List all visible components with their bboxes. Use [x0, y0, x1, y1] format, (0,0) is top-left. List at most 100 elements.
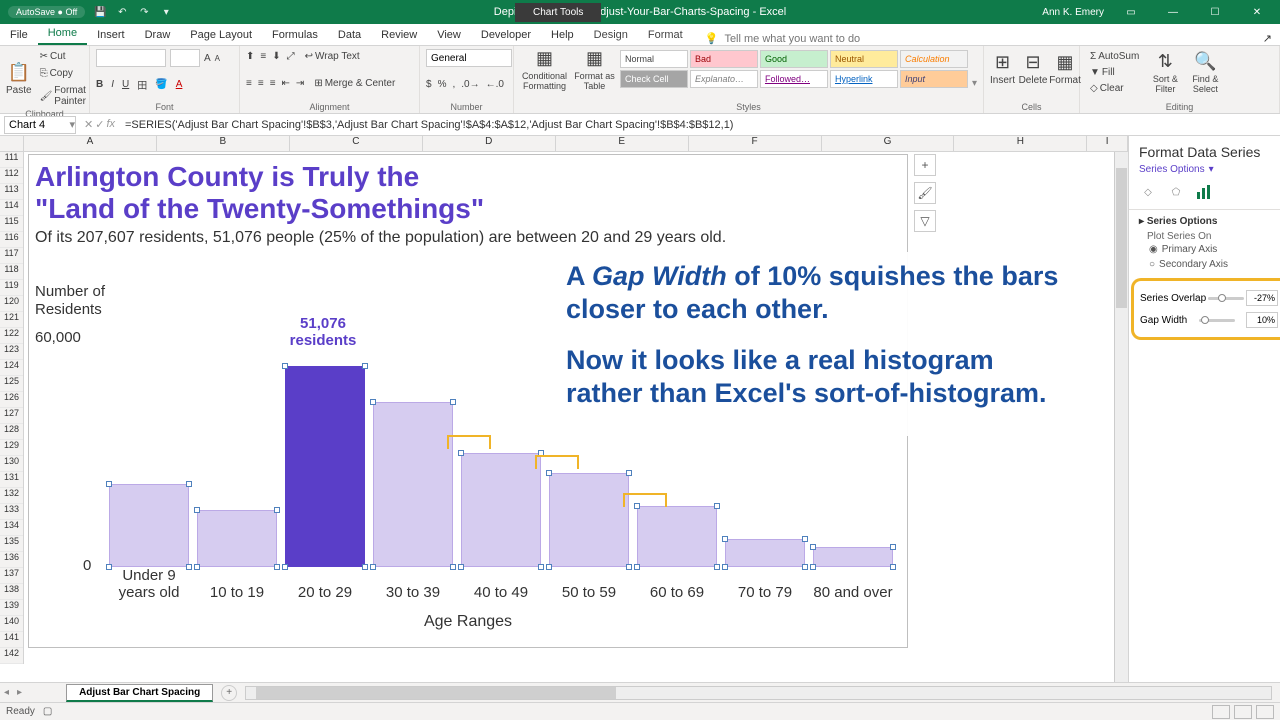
style-bad[interactable]: Bad — [690, 50, 758, 68]
row-header[interactable]: 116 — [0, 232, 23, 248]
dec-decimal-icon[interactable]: ←.0 — [486, 79, 504, 90]
pane-subtitle[interactable]: Series Options ▾ — [1129, 164, 1280, 181]
font-size-select[interactable] — [170, 49, 200, 67]
row-header[interactable]: 124 — [0, 360, 23, 376]
qat-more-icon[interactable]: ▾ — [159, 5, 173, 19]
row-header[interactable]: 130 — [0, 456, 23, 472]
chart-bar[interactable] — [197, 510, 277, 567]
row-header[interactable]: 111 — [0, 152, 23, 168]
style-hyperlink[interactable]: Hyperlink — [830, 70, 898, 88]
comma-icon[interactable]: , — [452, 79, 455, 90]
user-name[interactable]: Ann K. Emery — [1042, 7, 1104, 18]
horizontal-scrollbar[interactable] — [245, 686, 1272, 700]
fill-color-button[interactable]: 🪣 — [155, 79, 167, 90]
tab-view[interactable]: View — [427, 25, 471, 45]
sheet-nav-prev[interactable]: ▸ — [13, 687, 26, 698]
row-header[interactable]: 115 — [0, 216, 23, 232]
save-icon[interactable]: 💾 — [93, 5, 107, 19]
close-button[interactable]: ✕ — [1242, 7, 1272, 18]
share-button[interactable]: ↗ — [1263, 32, 1272, 45]
tab-formulas[interactable]: Formulas — [262, 25, 328, 45]
formula-bar-input[interactable]: =SERIES('Adjust Bar Chart Spacing'!$B$3,… — [119, 119, 1280, 131]
series-overlap-input[interactable] — [1246, 290, 1278, 306]
tab-developer[interactable]: Developer — [471, 25, 541, 45]
vertical-scrollbar[interactable] — [1114, 152, 1128, 682]
font-family-select[interactable] — [96, 49, 166, 67]
number-format-select[interactable] — [426, 49, 512, 67]
col-header[interactable]: E — [556, 136, 689, 151]
col-header[interactable]: A — [24, 136, 157, 151]
gap-width-input[interactable] — [1246, 312, 1278, 328]
col-header[interactable]: C — [290, 136, 423, 151]
chart-bar[interactable] — [461, 453, 541, 567]
row-header[interactable]: 137 — [0, 568, 23, 584]
find-select-button[interactable]: 🔍Find & Select — [1187, 53, 1223, 93]
format-cells-button[interactable]: ▦Format — [1051, 49, 1079, 89]
copy-button[interactable]: ⎘ Copy — [36, 66, 90, 81]
chart-bar[interactable] — [725, 539, 805, 567]
col-header[interactable]: G — [822, 136, 955, 151]
style-good[interactable]: Good — [760, 50, 828, 68]
tab-page-layout[interactable]: Page Layout — [180, 25, 262, 45]
sheet-nav-first[interactable]: ◂ — [0, 687, 13, 698]
series-options-icon[interactable] — [1195, 183, 1213, 201]
tab-draw[interactable]: Draw — [135, 25, 181, 45]
row-header[interactable]: 118 — [0, 264, 23, 280]
row-header[interactable]: 120 — [0, 296, 23, 312]
cancel-formula-icon[interactable]: ✕ — [84, 118, 93, 131]
chart-bar[interactable] — [109, 484, 189, 567]
page-break-view-button[interactable] — [1256, 705, 1274, 719]
tab-review[interactable]: Review — [371, 25, 427, 45]
enter-formula-icon[interactable]: ✓ — [95, 118, 104, 131]
col-header[interactable]: B — [157, 136, 290, 151]
row-header[interactable]: 125 — [0, 376, 23, 392]
row-header[interactable]: 141 — [0, 632, 23, 648]
row-header[interactable]: 131 — [0, 472, 23, 488]
style-normal[interactable]: Normal — [620, 50, 688, 68]
row-header[interactable]: 117 — [0, 248, 23, 264]
style-calculation[interactable]: Calculation — [900, 50, 968, 68]
row-header[interactable]: 139 — [0, 600, 23, 616]
secondary-axis-radio[interactable]: ○ Secondary Axis — [1139, 257, 1270, 272]
maximize-button[interactable]: ☐ — [1200, 7, 1230, 18]
clear-button[interactable]: ◇ Clear — [1086, 81, 1143, 96]
col-header[interactable]: F — [689, 136, 822, 151]
style-check-cell[interactable]: Check Cell — [620, 70, 688, 88]
sheet-tab-active[interactable]: Adjust Bar Chart Spacing — [66, 684, 213, 702]
fill-line-icon[interactable]: ◇ — [1139, 183, 1157, 201]
row-header[interactable]: 134 — [0, 520, 23, 536]
chart-bar[interactable] — [373, 402, 453, 567]
fx-icon[interactable]: fx — [106, 118, 115, 131]
indent-dec-icon[interactable]: ⇤ — [282, 78, 290, 89]
format-table-button[interactable]: ▦Format as Table — [573, 49, 616, 89]
percent-icon[interactable]: % — [438, 79, 447, 90]
row-header[interactable]: 142 — [0, 648, 23, 664]
row-header[interactable]: 112 — [0, 168, 23, 184]
tab-design[interactable]: Design — [584, 25, 638, 45]
row-header[interactable]: 128 — [0, 424, 23, 440]
orientation-icon[interactable]: ⤢ — [287, 51, 295, 62]
style-followed[interactable]: Followed… — [760, 70, 828, 88]
indent-inc-icon[interactable]: ⇥ — [296, 78, 304, 89]
currency-icon[interactable]: $ — [426, 79, 432, 90]
row-header[interactable]: 121 — [0, 312, 23, 328]
styles-more-icon[interactable]: ▾ — [972, 78, 977, 89]
merge-center-button[interactable]: ⊞ Merge & Center — [310, 76, 399, 91]
chart-bar[interactable] — [637, 506, 717, 567]
row-header[interactable]: 133 — [0, 504, 23, 520]
col-header[interactable]: I — [1087, 136, 1128, 151]
chart-bar[interactable] — [549, 473, 629, 567]
decrease-font-icon[interactable]: A — [215, 54, 220, 63]
bold-button[interactable]: B — [96, 79, 103, 90]
tab-home[interactable]: Home — [38, 23, 87, 45]
sort-filter-button[interactable]: ⇅Sort & Filter — [1147, 53, 1183, 93]
tab-help[interactable]: Help — [541, 25, 584, 45]
wrap-text-button[interactable]: ↩ Wrap Text — [301, 49, 364, 64]
col-header[interactable]: H — [954, 136, 1087, 151]
chart-bar[interactable] — [813, 547, 893, 567]
series-options-header[interactable]: ▸ Series Options — [1139, 216, 1270, 227]
chart-elements-button[interactable]: + — [914, 154, 936, 176]
autosave-toggle[interactable]: AutoSave ● Off — [8, 6, 85, 18]
italic-button[interactable]: I — [111, 79, 114, 90]
tab-insert[interactable]: Insert — [87, 25, 135, 45]
